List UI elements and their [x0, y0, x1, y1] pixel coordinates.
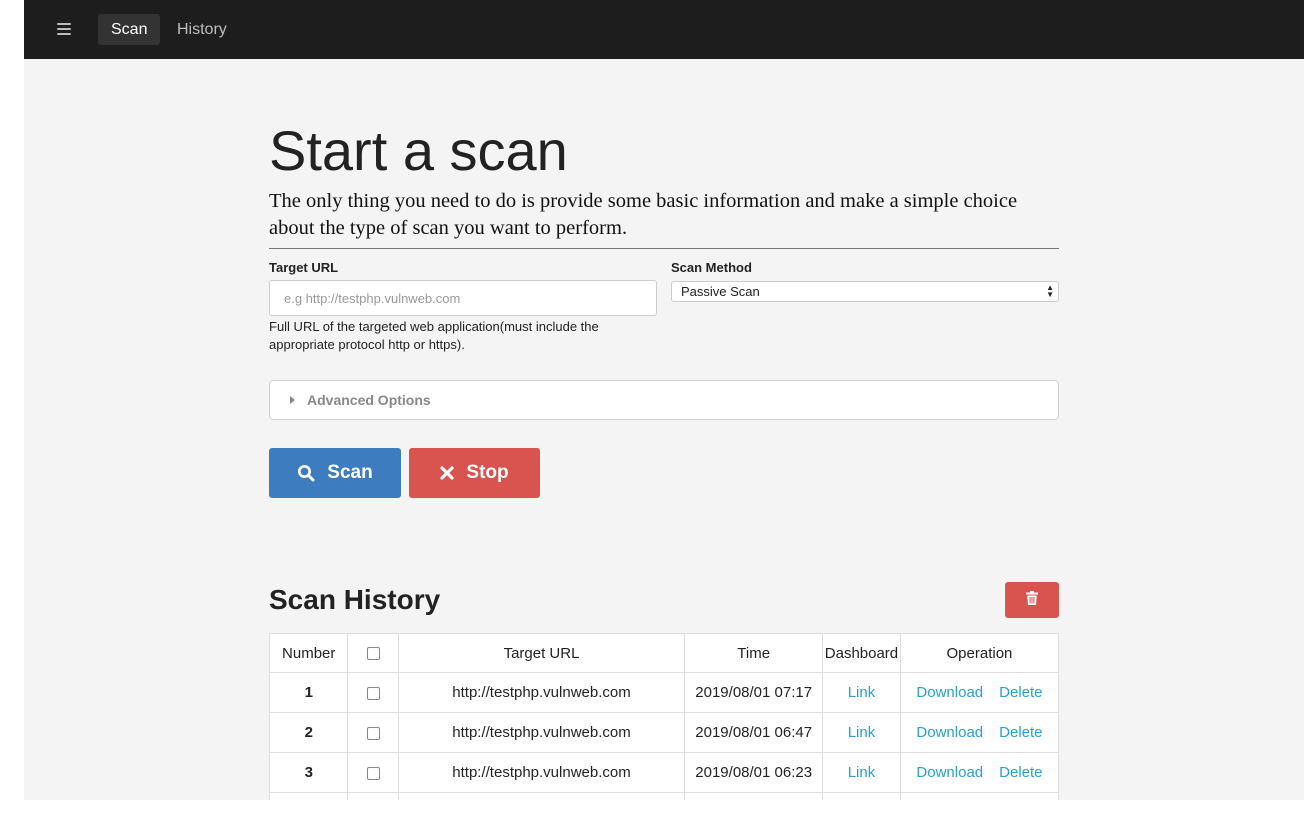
advanced-options-toggle[interactable]: Advanced Options: [269, 380, 1059, 420]
target-url-help: Full URL of the targeted web application…: [269, 319, 599, 352]
app-frame: Scan History Start a scan The only thing…: [24, 0, 1304, 800]
target-url-input[interactable]: [269, 280, 657, 316]
dashboard-link[interactable]: Link: [848, 764, 876, 781]
row-number: 1: [268, 672, 349, 713]
nav-tab-scan[interactable]: Scan: [98, 14, 161, 45]
row-dashboard-cell: Link: [822, 672, 901, 713]
top-navbar: Scan History: [24, 0, 1304, 59]
header-time: Time: [684, 633, 823, 673]
scan-history-table: Number Target URL Time Dashboard Operati…: [268, 633, 1060, 800]
row-number: 2: [268, 712, 349, 753]
row-target-url: http://testphp.vulnweb.com: [397, 672, 686, 713]
dashboard-link[interactable]: Link: [848, 724, 876, 741]
row-time: 2019/08/01 06:47: [684, 712, 823, 753]
table-header-row: Number Target URL Time Dashboard Operati…: [268, 633, 1060, 673]
scan-history-title: Scan History: [269, 584, 441, 615]
table-row: 2 http://testphp.vulnweb.com 2019/08/01 …: [268, 712, 1060, 753]
select-all-checkbox[interactable]: [366, 647, 380, 661]
nav-tab-history[interactable]: History: [164, 14, 240, 45]
dashboard-link[interactable]: Link: [848, 684, 876, 701]
stop-button-label: Stop: [466, 462, 509, 483]
header-number: Number: [268, 633, 349, 673]
row-time: 2019/08/01 06:23: [684, 752, 823, 793]
row-dashboard-cell: Link: [822, 712, 901, 753]
download-link[interactable]: Download: [916, 764, 983, 781]
delete-link[interactable]: Delete: [999, 684, 1042, 701]
target-url-label: Target URL: [269, 260, 339, 275]
table-row: 1 http://testphp.vulnweb.com 2019/08/01 …: [268, 672, 1060, 713]
row-checkbox[interactable]: [366, 766, 380, 780]
row-time: 2019/08/01 07:17: [684, 672, 823, 713]
row-select-cell: [347, 672, 399, 713]
page-subtitle: The only thing you need to do is provide…: [269, 190, 1018, 239]
delete-link[interactable]: Delete: [999, 724, 1042, 741]
row-select-cell: [347, 752, 399, 793]
select-arrows-icon: ▲ ▼: [1046, 283, 1054, 299]
row-number: 3: [268, 752, 349, 793]
search-icon: [297, 464, 315, 482]
scan-button[interactable]: Scan: [269, 448, 401, 498]
row-select-cell: [347, 712, 399, 753]
header-operation: Operation: [899, 633, 1060, 673]
hamburger-menu-icon[interactable]: [57, 23, 71, 35]
scan-method-label: Scan Method: [671, 260, 752, 275]
advanced-options-label: Advanced Options: [307, 392, 431, 408]
stop-button[interactable]: Stop: [409, 448, 540, 498]
row-dashboard-cell: Link: [822, 752, 901, 793]
delete-link[interactable]: Delete: [999, 764, 1042, 781]
row-operation-cell: Download Delete: [899, 712, 1060, 753]
table-row: 3 http://testphp.vulnweb.com 2019/08/01 …: [268, 752, 1060, 793]
scan-button-label: Scan: [327, 462, 373, 483]
row-operation-cell: Download Delete: [899, 672, 1060, 713]
trash-icon: [1026, 590, 1038, 610]
row-checkbox[interactable]: [366, 686, 380, 700]
scan-method-value: Passive Scan: [681, 284, 760, 299]
row-target-url: http://testphp.vulnweb.com: [397, 712, 686, 753]
row-checkbox[interactable]: [366, 726, 380, 740]
header-select-all: [347, 633, 399, 673]
table-row-partial: [268, 792, 1060, 800]
download-link[interactable]: Download: [916, 684, 983, 701]
section-divider: [269, 248, 1059, 249]
scan-method-select[interactable]: Passive Scan ▲ ▼: [671, 281, 1059, 302]
download-link[interactable]: Download: [916, 724, 983, 741]
x-icon: [440, 466, 454, 480]
row-operation-cell: Download Delete: [899, 752, 1060, 793]
header-dashboard: Dashboard: [822, 633, 901, 673]
delete-selected-button[interactable]: [1005, 582, 1059, 618]
page-title: Start a scan: [269, 119, 568, 182]
caret-right-icon: [290, 396, 295, 404]
header-target-url: Target URL: [397, 633, 686, 673]
row-target-url: http://testphp.vulnweb.com: [397, 752, 686, 793]
